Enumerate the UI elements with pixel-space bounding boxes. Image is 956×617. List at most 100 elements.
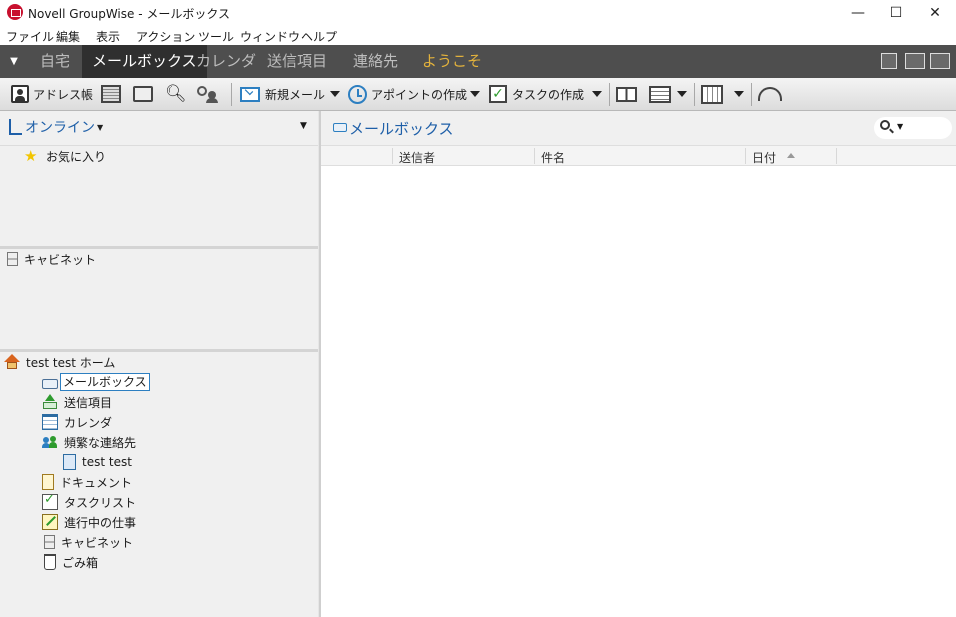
folder-calendar-label: カレンダ	[64, 415, 113, 430]
folder-pane: オンライン ▼ ▼ ★ お気に入り キャビネット test test ホーム メ…	[0, 111, 318, 617]
folder-frequent-contacts-label: 頻繁な連絡先	[64, 435, 137, 450]
column-divider	[392, 148, 393, 164]
new-task-dropdown-icon[interactable]	[592, 91, 602, 97]
pane-menu-dropdown-icon[interactable]: ▼	[300, 121, 307, 131]
online-mode-dropdown-icon: ▼	[97, 122, 104, 132]
folder-mailbox[interactable]: メールボックス	[42, 372, 150, 392]
reading-pane-button[interactable]	[616, 83, 637, 105]
folder-frequent-contacts[interactable]: 頻繁な連絡先	[42, 432, 136, 452]
new-task-button[interactable]: ✓ タスクの作成	[489, 83, 584, 105]
folder-title: メールボックス	[349, 120, 454, 138]
address-book-label: アドレス帳	[33, 87, 94, 102]
new-mail-button[interactable]: 新規メール	[240, 83, 325, 105]
cabinet-panel-label: キャビネット	[24, 252, 97, 267]
menu-file[interactable]: ファイル	[6, 28, 54, 45]
toolbar-separator	[231, 83, 232, 106]
favorites-item[interactable]: ★ お気に入り	[24, 146, 106, 166]
folder-trash-label: ごみ箱	[62, 555, 99, 570]
folder-sent-items[interactable]: 送信項目	[42, 392, 112, 412]
new-mail-dropdown-icon[interactable]	[330, 91, 340, 97]
search-icon-handle	[889, 128, 894, 134]
search-dropdown-icon[interactable]: ▼	[897, 122, 903, 131]
column-sender[interactable]: 送信者	[399, 149, 435, 166]
windows-stack-icon[interactable]	[881, 53, 897, 69]
tab-calendar[interactable]: カレンダ	[188, 45, 264, 78]
list-header: メールボックス ▼	[321, 111, 956, 145]
contact-card-icon	[63, 454, 76, 470]
display-settings-dropdown-icon[interactable]	[677, 91, 687, 97]
column-date[interactable]: 日付	[752, 149, 776, 166]
sent-items-icon	[42, 394, 58, 410]
menu-bar: ファイル 編集 表示 アクション ツール ウィンドウ ヘルプ	[0, 25, 956, 45]
work-in-progress-icon	[42, 514, 58, 530]
calendar-view-dropdown-icon[interactable]	[734, 91, 744, 97]
new-mail-icon	[240, 86, 260, 102]
tab-welcome[interactable]: ようこそ	[414, 45, 490, 78]
window-title: Novell GroupWise - メールボックス	[28, 7, 230, 21]
satellite-icon	[758, 87, 782, 101]
task-check-icon: ✓	[489, 85, 507, 103]
menu-actions[interactable]: アクション	[136, 28, 195, 45]
cabinet-panel-header[interactable]: キャビネット	[5, 249, 96, 269]
sort-ascending-icon	[787, 153, 795, 158]
search-icon: 🔍︎	[165, 84, 187, 104]
search-box[interactable]: ▼	[874, 117, 952, 139]
calendar-icon	[42, 414, 58, 430]
reading-pane-icon	[616, 86, 637, 102]
tab-contacts[interactable]: 連絡先	[345, 45, 406, 78]
star-icon: ★	[24, 147, 38, 165]
groupwise-window: Novell GroupWise - メールボックス — ☐ ✕ ファイル 編集…	[0, 0, 956, 617]
favorites-label: お気に入り	[46, 149, 107, 164]
address-book-button[interactable]: アドレス帳	[11, 83, 93, 105]
tab-home[interactable]: 自宅	[32, 45, 78, 78]
task-list-icon: ✓	[42, 492, 58, 510]
folder-task-list-label: タスクリスト	[64, 495, 137, 510]
find-user-button[interactable]	[197, 83, 219, 105]
tab-sent-items[interactable]: 送信項目	[259, 45, 335, 78]
maximize-button[interactable]: ☐	[874, 0, 918, 25]
message-view-button[interactable]	[101, 83, 121, 105]
layout-columns-icon[interactable]	[930, 53, 950, 69]
new-appointment-dropdown-icon[interactable]	[470, 91, 480, 97]
column-subject[interactable]: 件名	[541, 149, 565, 166]
close-button[interactable]: ✕	[913, 0, 956, 25]
mailbox-icon	[333, 123, 347, 132]
contact-test-test-label: test test	[82, 455, 132, 469]
folder-calendar[interactable]: カレンダ	[42, 412, 112, 432]
contacts-group-icon	[42, 434, 58, 450]
folder-task-list[interactable]: ✓ タスクリスト	[42, 492, 136, 512]
folder-documents[interactable]: ドキュメント	[42, 472, 132, 492]
item-list[interactable]	[321, 167, 956, 617]
display-settings-button[interactable]	[649, 83, 671, 105]
toolbar: アドレス帳 🔍︎ 新規メール アポイントの作成 ✓ タスクの作成	[0, 78, 956, 111]
nav-dropdown-icon[interactable]: ▼	[0, 45, 28, 78]
toolbar-separator	[751, 83, 752, 106]
menu-window[interactable]: ウィンドウ	[240, 28, 300, 45]
nav-bar: ▼ 自宅 メールボックス カレンダ 送信項目 連絡先 ようこそ	[0, 45, 956, 78]
menu-view[interactable]: 表示	[96, 28, 120, 45]
folder-work-in-progress[interactable]: 進行中の仕事	[42, 512, 136, 532]
online-icon	[9, 119, 22, 135]
folder-trash[interactable]: ごみ箱	[42, 552, 98, 572]
toolbar-separator	[694, 83, 695, 106]
layout-preview-icon[interactable]	[905, 53, 925, 69]
column-header: 送信者 件名 日付	[321, 145, 956, 166]
print-button[interactable]	[133, 83, 153, 105]
find-user-icon	[197, 85, 219, 103]
find-button[interactable]: 🔍︎	[165, 83, 187, 105]
column-divider	[745, 148, 746, 164]
home-folder-label: test test ホーム	[26, 355, 116, 370]
menu-edit[interactable]: 編集	[56, 28, 80, 45]
online-mode-selector[interactable]: オンライン ▼	[9, 117, 103, 137]
folder-documents-label: ドキュメント	[60, 475, 133, 490]
new-appointment-button[interactable]: アポイントの作成	[348, 83, 467, 105]
printer-icon	[133, 86, 153, 102]
connect-button[interactable]	[758, 83, 782, 105]
menu-tools[interactable]: ツール	[198, 28, 234, 45]
contact-test-test[interactable]: test test	[63, 452, 132, 472]
message-view-icon	[101, 85, 121, 103]
menu-help[interactable]: ヘルプ	[301, 28, 337, 45]
home-folder[interactable]: test test ホーム	[4, 352, 115, 372]
folder-cabinet[interactable]: キャビネット	[42, 532, 133, 552]
calendar-view-button[interactable]	[701, 83, 723, 105]
